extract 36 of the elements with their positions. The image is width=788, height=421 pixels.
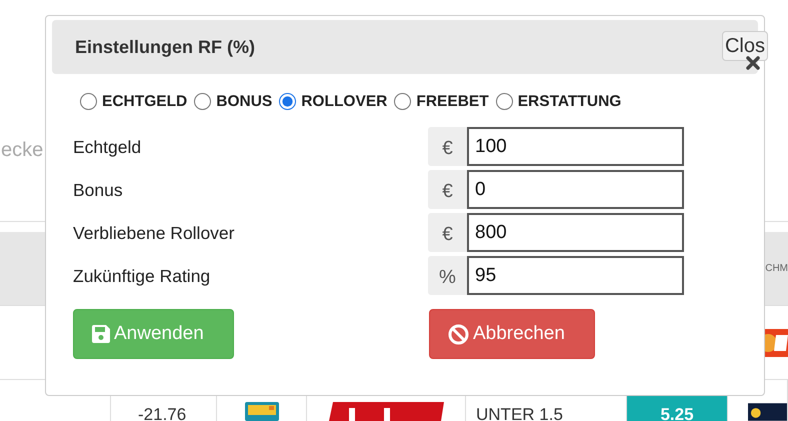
save-icon — [92, 325, 110, 344]
input-field[interactable]: 95 — [467, 256, 684, 296]
close-button[interactable]: Clos — [722, 31, 768, 61]
table-cell-text: UNTER 1.5 — [476, 404, 563, 421]
radio-label: ROLLOVER — [301, 92, 388, 112]
field-label: Echtgeld — [73, 136, 142, 159]
radio-label: ERSTATTUNG — [518, 92, 622, 112]
column-header: CHM — [765, 262, 788, 276]
radio-label: ECHTGELD — [102, 92, 188, 112]
table-cell-text: -21.76 — [138, 404, 186, 421]
close-icon[interactable] — [746, 56, 760, 70]
cancel-button[interactable]: Abbrechen — [429, 309, 595, 360]
ban-icon — [448, 324, 469, 345]
logo-icon — [329, 402, 444, 421]
input-field[interactable]: 100 — [467, 127, 684, 166]
unit-addon: € — [428, 127, 467, 166]
field-label: Bonus — [73, 178, 124, 202]
logo-icon — [748, 403, 787, 421]
input-field[interactable]: 0 — [467, 170, 684, 210]
radio-label: BONUS — [216, 92, 272, 112]
modal-title: Einstellungen RF (%) — [75, 36, 255, 59]
field-label: Verbliebene Rollover — [73, 222, 236, 245]
unit-addon: € — [428, 170, 467, 210]
radio-button[interactable] — [80, 93, 97, 110]
input-field[interactable]: 800 — [467, 213, 684, 252]
radio-label: FREEBET — [416, 92, 489, 112]
unit-addon: € — [428, 213, 467, 252]
odds-cell-text: 5.25 — [660, 404, 694, 421]
radio-button[interactable] — [496, 93, 513, 110]
unit-addon: % — [428, 256, 467, 296]
search-text: ecke — [1, 138, 44, 163]
radio-button[interactable] — [279, 93, 296, 110]
radio-button[interactable] — [394, 93, 412, 110]
field-label: Zukünftige Rating — [73, 264, 212, 288]
calculator-icon — [245, 402, 279, 421]
radio-button[interactable] — [194, 93, 212, 110]
